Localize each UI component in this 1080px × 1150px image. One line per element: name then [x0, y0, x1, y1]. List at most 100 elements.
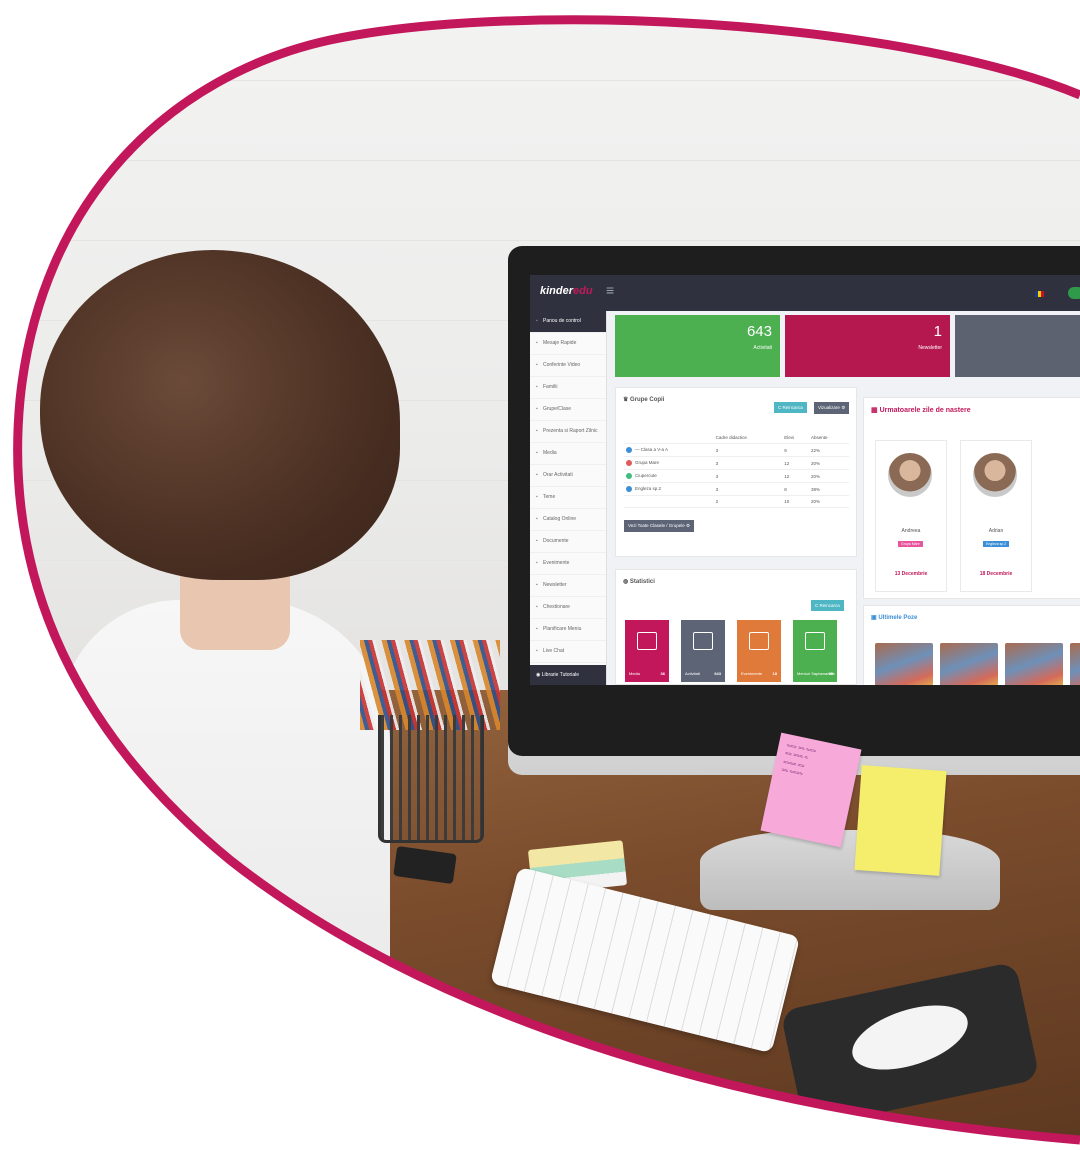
stat-tile[interactable]: Evenimente 18	[737, 620, 781, 682]
group-name: — Clasa a V-a A	[635, 447, 669, 453]
event-icon: ▪	[536, 560, 538, 566]
dashboard-screen: kinderedu ≡ ▪ Panou de control ▪ Mesaje Rap…	[530, 275, 1080, 685]
sidebar-item[interactable]: ▪ Mesaje Rapide	[530, 333, 606, 355]
child-name: Andreea	[901, 528, 921, 534]
check-icon: ▪	[536, 582, 538, 588]
video-icon: ▪	[536, 362, 538, 368]
table-row[interactable]: Grupa Mare 3 12 20%	[624, 457, 849, 470]
sidebar-item[interactable]: ▪ Orar Activitati	[530, 465, 606, 487]
stat-count: 36	[660, 671, 665, 676]
photo-thumbnail[interactable]	[1070, 643, 1080, 685]
user-status-toggle[interactable]	[1068, 287, 1080, 299]
sidebar-item-label: Documente	[543, 538, 569, 544]
table-header-cell: Elevi	[782, 432, 809, 444]
group-icon: ▪	[536, 406, 538, 412]
stat-label: Media	[629, 671, 640, 676]
home-icon: ▪	[536, 318, 538, 324]
sidebar-item[interactable]: ▪ Live Chat	[530, 641, 606, 663]
group-pct-cell: 20%	[809, 496, 849, 508]
group-teachers-cell: 3	[714, 444, 783, 457]
stat-tile[interactable]: Media 36	[625, 620, 669, 682]
menu-icon: ▪	[536, 626, 538, 632]
table-row[interactable]: Engleza sp.2 3 8 38%	[624, 483, 849, 496]
book-icon: ▪	[536, 494, 538, 500]
language-flag-icon[interactable]	[1035, 291, 1044, 297]
sidebar-item[interactable]: ▪ Media	[530, 443, 606, 465]
group-students-cell: 10	[782, 496, 809, 508]
group-name-cell: Ciupercute	[624, 470, 714, 483]
form-icon: ▪	[536, 604, 538, 610]
group-pct-cell: 20%	[809, 470, 849, 483]
sidebar-item-label: Planificare Meniu	[543, 626, 582, 632]
photo-thumbnail[interactable]	[940, 643, 998, 685]
table-row[interactable]: Ciupercute 3 12 20%	[624, 470, 849, 483]
group-students-cell: 8	[782, 483, 809, 496]
groups-refresh-button[interactable]: C Reincarca	[774, 402, 807, 413]
sidebar-item-label: Catalog Online	[543, 516, 577, 522]
birthday-card[interactable]: Andreea Grupa Mare 13 Decembrie	[875, 440, 947, 592]
stat-tile[interactable]: Activitati 643	[681, 620, 725, 682]
sidebar: ▪ Panou de control ▪ Mesaje Rapide ▪ Conferin…	[530, 311, 607, 685]
tile-value: 643	[746, 323, 772, 340]
sidebar-footer-tutorials[interactable]: ◉ Librarie Tutoriale	[530, 665, 606, 685]
sidebar-item[interactable]: ▪ Documente	[530, 531, 606, 553]
group-color-icon	[626, 447, 632, 453]
menu-toggle-icon[interactable]: ≡	[606, 282, 614, 298]
see-all-groups-button[interactable]: Vezi Toate Clasele / Grupele ⚙	[624, 520, 694, 532]
file-icon: ▪	[536, 538, 538, 544]
group-name-cell	[624, 496, 714, 508]
users-icon: ▪	[536, 384, 538, 390]
monitor-stand	[700, 830, 1000, 910]
sidebar-item[interactable]: ▪ Conferinte Video	[530, 355, 606, 377]
book-icon	[805, 632, 825, 650]
group-name: Engleza sp.2	[635, 486, 662, 492]
group-students-cell: 9	[782, 444, 809, 457]
message-icon: ▪	[536, 340, 538, 346]
yellow-sticky-note	[854, 765, 946, 876]
top-bar: kinderedu ≡	[530, 275, 1080, 311]
sidebar-item[interactable]: ▪ Teme	[530, 487, 606, 509]
stat-count: 643	[714, 671, 721, 676]
stat-tile[interactable]: Meniuri Saptamanale 95	[793, 620, 837, 682]
sidebar-item[interactable]: ▪ Prezenta si Raport Zilnic	[530, 421, 606, 443]
group-teachers-cell: 3	[714, 457, 783, 470]
sidebar-item-label: Teme	[543, 494, 556, 500]
group-name-cell: Engleza sp.2	[624, 483, 714, 496]
summary-tile[interactable]	[955, 315, 1080, 377]
bell-icon	[693, 632, 713, 650]
photo-thumbnail[interactable]	[1005, 643, 1063, 685]
table-row[interactable]: 2 10 20%	[624, 496, 849, 508]
sidebar-item[interactable]: ▪ Chestionare	[530, 597, 606, 619]
table-header-cell	[624, 432, 714, 444]
list-icon: ▪	[536, 428, 538, 434]
sidebar-item[interactable]: ▪ Familii	[530, 377, 606, 399]
group-pct-cell: 38%	[809, 483, 849, 496]
stat-label: Activitati	[685, 671, 700, 676]
group-teachers-cell: 2	[714, 496, 783, 508]
sidebar-item[interactable]: ▪ Grupe/Clase	[530, 399, 606, 421]
grad-icon: ▪	[536, 516, 538, 522]
group-name: Grupa Mare	[635, 460, 660, 466]
sidebar-item[interactable]: ▪ Catalog Online	[530, 509, 606, 531]
tile-label: Newsletter	[918, 345, 942, 351]
birthday-card[interactable]: Adrian Engleza sp.2 18 Decembrie	[960, 440, 1032, 592]
group-pct-cell: 22%	[809, 444, 849, 457]
birthday-date: 18 Decembrie	[979, 571, 1013, 577]
statistics-refresh-button[interactable]: C Reincarca	[811, 600, 844, 611]
sidebar-item[interactable]: ▪ Planificare Meniu	[530, 619, 606, 641]
sidebar-item[interactable]: ▪ Evenimente	[530, 553, 606, 575]
group-badge: Engleza sp.2	[983, 541, 1009, 547]
groups-view-button[interactable]: Vizualizare ⚙	[814, 402, 849, 414]
sidebar-item[interactable]: ▪ Newsletter	[530, 575, 606, 597]
app-logo[interactable]: kinderedu	[540, 285, 593, 297]
summary-tile[interactable]: 1 Newsletter	[785, 315, 950, 377]
sidebar-item[interactable]: ▪ Panou de control	[530, 311, 606, 333]
photo-thumbnail[interactable]	[875, 643, 933, 685]
table-header-cell: Cadre didactice	[714, 432, 783, 444]
sidebar-item-label: Conferinte Video	[543, 362, 581, 368]
birthday-date: 13 Decembrie	[894, 571, 928, 577]
summary-tile[interactable]: 643 Activitati	[615, 315, 780, 377]
image-icon	[637, 632, 657, 650]
table-row[interactable]: — Clasa a V-a A 3 9 22%	[624, 444, 849, 457]
photo-scene: kinderedu ≡ ▪ Panou de control ▪ Mesaje Rap…	[0, 0, 1080, 1146]
